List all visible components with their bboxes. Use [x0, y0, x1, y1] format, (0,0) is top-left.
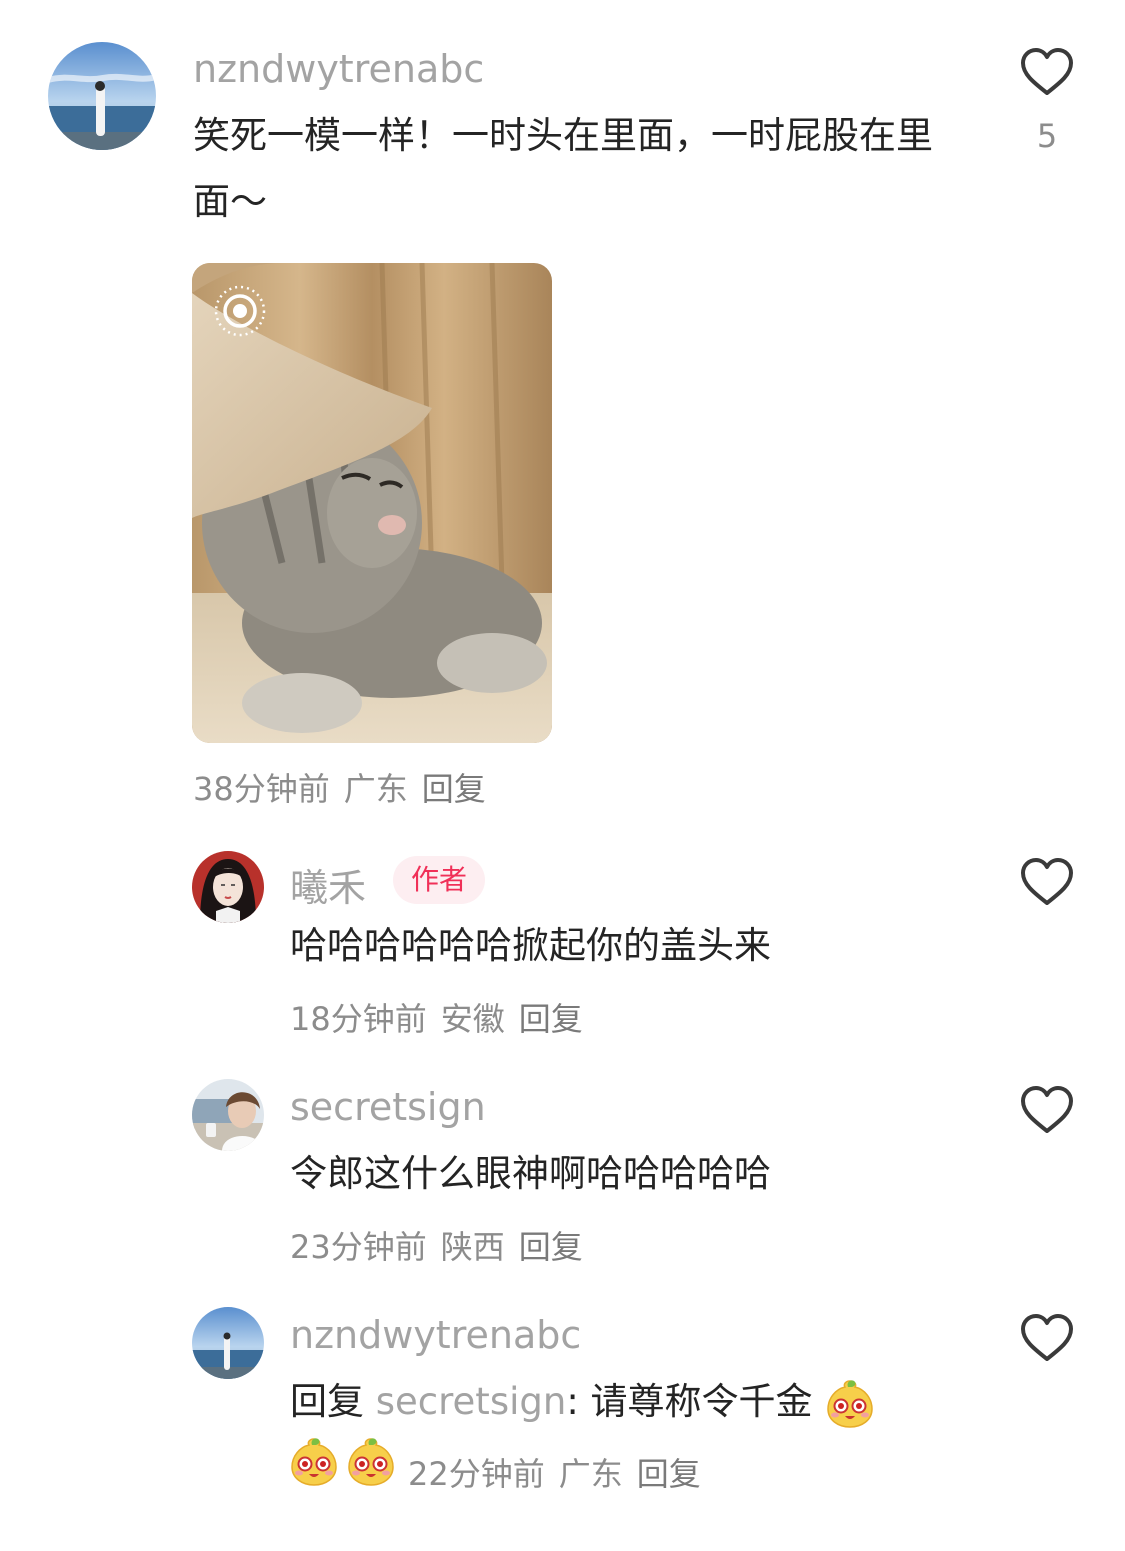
reply-time: 22分钟前 [408, 1455, 545, 1493]
like-count: 5 [1036, 117, 1058, 155]
comment-time: 38分钟前 [193, 770, 330, 808]
reply-time: 23分钟前 [290, 1228, 427, 1266]
emoji-row [288, 1436, 397, 1488]
comment-username[interactable]: nzndwytrenabc [193, 47, 484, 91]
reply-username[interactable]: 曦禾 [290, 857, 366, 912]
comment-text: 笑死一模一样！一时头在里面，一时屁股在里面～ [193, 114, 933, 223]
reply-location: 陕西 [440, 1228, 505, 1266]
mango-face-emoji-icon [824, 1378, 876, 1430]
heart-outline-icon [1019, 1312, 1075, 1364]
avatar[interactable] [192, 851, 264, 923]
mango-face-emoji-icon [288, 1436, 340, 1488]
avatar[interactable] [48, 42, 156, 150]
reply-prefix: 回复 [290, 1380, 364, 1423]
reply-text: 令郎这什么眼神啊哈哈哈哈哈 [290, 1152, 771, 1195]
comment-photo[interactable] [192, 263, 552, 743]
reply-button[interactable]: 回复 [519, 1228, 583, 1266]
like-button[interactable] [1019, 46, 1075, 98]
avatar[interactable] [192, 1307, 264, 1379]
like-button[interactable] [1019, 1084, 1075, 1136]
like-button[interactable] [1019, 1312, 1075, 1364]
avatar[interactable] [192, 1079, 264, 1151]
like-button[interactable] [1019, 856, 1075, 908]
reply-button[interactable]: 回复 [422, 770, 486, 808]
reply-button[interactable]: 回复 [637, 1455, 701, 1493]
reply-text: 哈哈哈哈哈哈掀起你的盖头来 [290, 924, 771, 967]
mention-link[interactable]: secretsign [376, 1380, 567, 1423]
reply-text-line: 回复 secretsign: 请尊称令千金 [290, 1369, 970, 1435]
reply-text: : 请尊称令千金 [566, 1380, 813, 1423]
mango-face-emoji-icon [345, 1436, 397, 1488]
heart-outline-icon [1019, 1084, 1075, 1136]
reply-meta: 23分钟前 陕西 回复 [290, 1222, 583, 1268]
reply-meta: 22分钟前 广东 回复 [408, 1449, 701, 1495]
heart-outline-icon [1019, 46, 1075, 98]
comment-meta: 38分钟前 广东 回复 [193, 764, 486, 810]
author-badge: 作者 [393, 856, 486, 904]
reply-time: 18分钟前 [290, 1000, 427, 1038]
reply-button[interactable]: 回复 [519, 1000, 583, 1038]
reply-location: 广东 [558, 1455, 623, 1493]
comment-location: 广东 [343, 770, 408, 808]
reply-meta: 18分钟前 安徽 回复 [290, 994, 583, 1040]
cat-under-curtain-image [192, 263, 552, 743]
heart-outline-icon [1019, 856, 1075, 908]
reply-username[interactable]: nzndwytrenabc [290, 1313, 581, 1357]
reply-location: 安徽 [440, 1000, 505, 1038]
reply-username[interactable]: secretsign [290, 1085, 486, 1129]
